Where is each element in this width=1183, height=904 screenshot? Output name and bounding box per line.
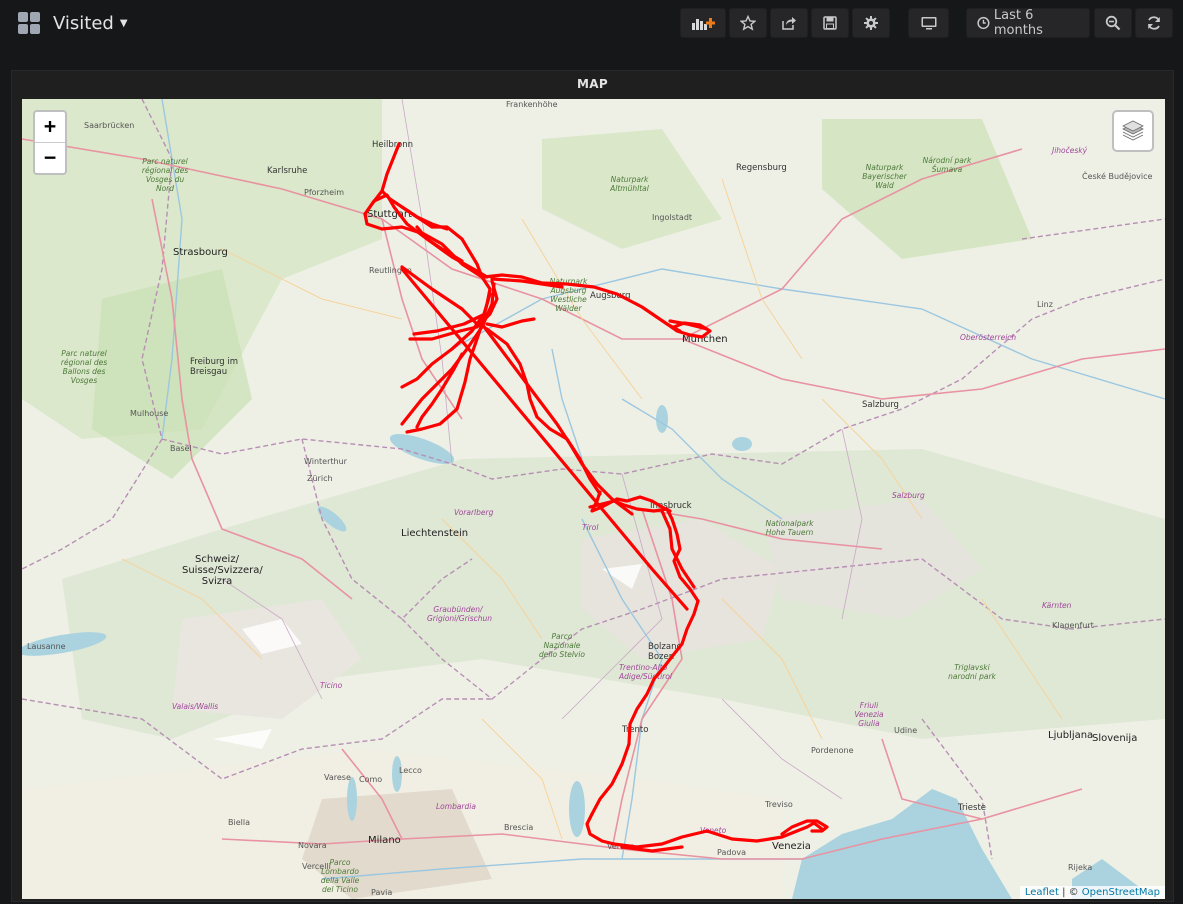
attribution-separator: | © xyxy=(1058,887,1082,898)
monitor-icon xyxy=(921,17,936,30)
gear-icon xyxy=(864,16,878,30)
track-layer xyxy=(363,142,829,853)
add-panel-icon xyxy=(692,18,715,30)
time-range-picker[interactable]: Last 6 months xyxy=(966,8,1090,38)
clock-icon xyxy=(977,16,990,30)
save-button[interactable] xyxy=(811,8,849,38)
refresh-icon xyxy=(1148,16,1160,30)
map-panel: MAP Frankenhöhe Saarbrücken Heilbronn Ka… xyxy=(11,70,1174,902)
settings-button[interactable] xyxy=(852,8,890,38)
star-button[interactable] xyxy=(729,8,767,38)
zoom-out-button[interactable]: − xyxy=(35,143,65,173)
share-button[interactable] xyxy=(770,8,808,38)
add-panel-button[interactable] xyxy=(680,8,726,38)
star-icon xyxy=(740,15,756,31)
zoom-in-button[interactable]: + xyxy=(35,112,65,143)
refresh-button[interactable] xyxy=(1135,8,1173,38)
panel-title[interactable]: MAP xyxy=(12,77,1173,91)
dashboard-picker[interactable]: Visited ▼ xyxy=(18,12,128,34)
dashboard-title[interactable]: Visited xyxy=(53,13,114,34)
tv-mode-button[interactable] xyxy=(908,8,949,38)
map-view[interactable]: Frankenhöhe Saarbrücken Heilbronn Karlsr… xyxy=(22,99,1165,899)
layers-icon xyxy=(1122,120,1144,141)
leaflet-link[interactable]: Leaflet xyxy=(1025,887,1059,898)
dashboard-grid-icon xyxy=(18,12,40,34)
caret-down-icon: ▼ xyxy=(119,17,128,29)
openstreetmap-link[interactable]: OpenStreetMap xyxy=(1082,887,1160,898)
top-navbar: Visited ▼ Last 6 months xyxy=(0,0,1183,52)
zoom-control: + − xyxy=(33,110,67,175)
save-icon xyxy=(823,16,837,30)
map-attribution: Leaflet | © OpenStreetMap xyxy=(1019,886,1165,899)
share-icon xyxy=(782,17,796,30)
zoom-out-time-button[interactable] xyxy=(1094,8,1132,38)
visited-track xyxy=(363,142,829,853)
search-minus-icon xyxy=(1105,15,1121,31)
layers-button[interactable] xyxy=(1112,110,1154,152)
time-range-label: Last 6 months xyxy=(993,8,1043,38)
